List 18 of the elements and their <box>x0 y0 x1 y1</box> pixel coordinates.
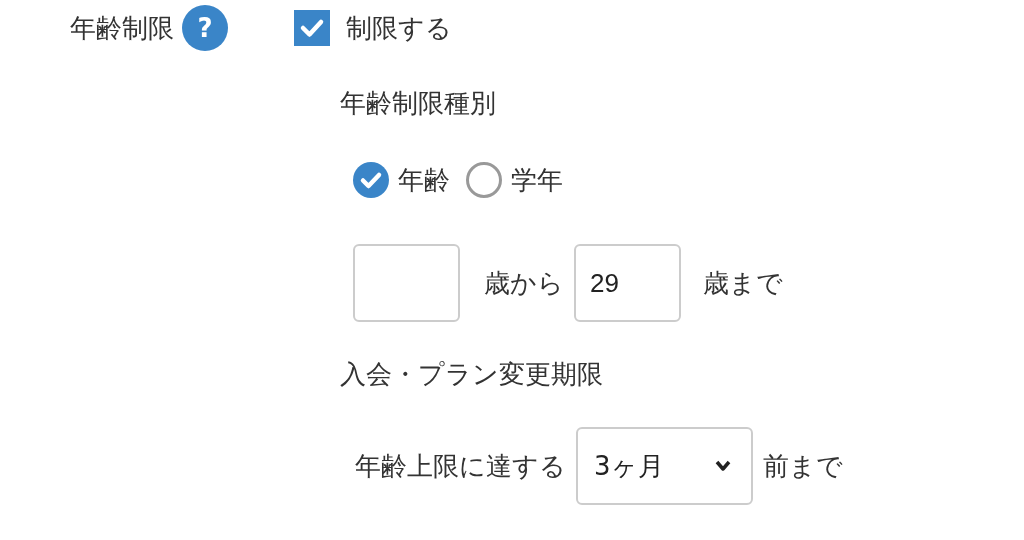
unit-label: 歳まで <box>703 268 783 298</box>
field-label: 年齢制限 <box>70 13 174 43</box>
select-dropdown[interactable]: 3ヶ月 <box>576 427 753 505</box>
radio-button[interactable] <box>466 162 502 198</box>
radio-label: 年齢 <box>398 165 450 195</box>
input-field[interactable]: 29 <box>574 244 681 322</box>
suffix-label: 前まで <box>763 451 843 481</box>
prefix-label: 年齢上限に達する <box>355 451 566 481</box>
radio-button[interactable] <box>353 162 389 198</box>
section-heading: 年齢制限種別 <box>340 88 497 118</box>
input-field[interactable] <box>353 244 460 322</box>
checkbox-label: 制限する <box>346 13 452 43</box>
section-heading: 入会・プラン変更期限 <box>340 359 604 389</box>
unit-label: 歳から <box>484 268 564 298</box>
checkbox[interactable] <box>294 10 330 46</box>
help-button[interactable]: ? <box>182 5 228 51</box>
radio-label: 学年 <box>511 165 563 195</box>
chevron-down-icon <box>715 460 731 472</box>
